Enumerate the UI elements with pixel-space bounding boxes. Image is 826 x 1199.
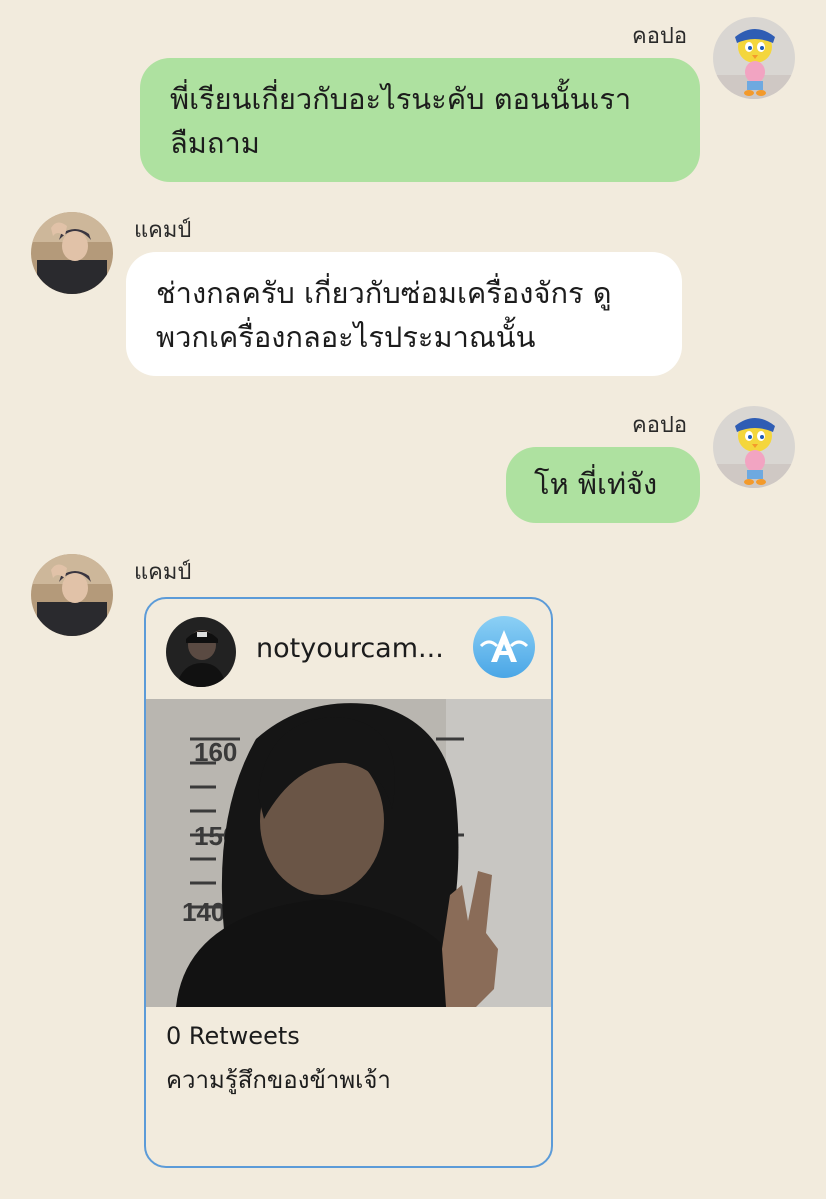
scale-mark: 160 [194, 737, 237, 767]
post-caption: ความรู้สึกของข้าพเจ้า [166, 1066, 391, 1094]
post-username[interactable]: notyourcam... [256, 633, 444, 664]
message-bubble-sent[interactable]: พี่เรียนเกี่ยวกับอะไรนะคับ ตอนนั้นเรา ลื… [140, 58, 700, 182]
sender-name-camp: แคมป์ [134, 218, 192, 243]
sender-name-kopo: คอปอ [632, 413, 688, 438]
sender-name-camp: แคมป์ [134, 560, 192, 585]
message-line: โห พี่เท่จัง [534, 467, 658, 501]
avatar-kopo[interactable] [713, 406, 795, 488]
message-line: ลืมถาม [170, 126, 260, 160]
avatar-camp[interactable] [31, 212, 113, 294]
shared-post-card[interactable]: notyourcam... 160 150 140 0 Retweets ควา… [144, 597, 553, 1168]
sender-name-kopo: คอปอ [632, 24, 688, 49]
avatar-camp[interactable] [31, 554, 113, 636]
post-photo[interactable]: 160 150 140 [146, 699, 551, 1007]
scale-mark: 140 [182, 897, 225, 927]
message-bubble-received[interactable]: ช่างกลครับ เกี่ยวกับซ่อมเครื่องจักร ดู พ… [126, 252, 682, 376]
retweet-count: 0 Retweets [166, 1022, 300, 1050]
message-bubble-sent[interactable]: โห พี่เท่จัง [506, 447, 700, 523]
message-line: พี่เรียนเกี่ยวกับอะไรนะคับ ตอนนั้นเรา [170, 82, 632, 116]
message-line: พวกเครื่องกลอะไรประมาณนั้น [156, 320, 536, 354]
altstore-icon[interactable] [473, 616, 535, 678]
message-line: ช่างกลครับ เกี่ยวกับซ่อมเครื่องจักร ดู [156, 276, 612, 310]
avatar-kopo[interactable] [713, 17, 795, 99]
post-author-avatar[interactable] [166, 617, 236, 687]
